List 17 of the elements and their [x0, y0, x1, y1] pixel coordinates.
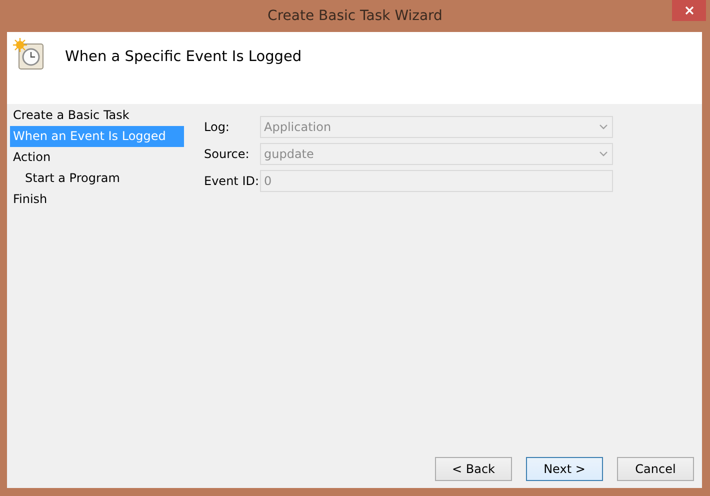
- wizard-step[interactable]: Action: [10, 147, 184, 168]
- field-label: Event ID:: [204, 173, 260, 190]
- window-title: Create Basic Task Wizard: [268, 6, 442, 26]
- wizard-button[interactable]: Next >: [526, 457, 603, 481]
- chevron-down-icon: [599, 151, 608, 157]
- field-label: Log:: [204, 119, 230, 136]
- wizard-button[interactable]: < Back: [435, 457, 512, 481]
- clock-icon: [13, 38, 45, 70]
- close-button[interactable]: [672, 0, 706, 21]
- wizard-step[interactable]: Finish: [10, 189, 184, 210]
- field-label: Source:: [204, 146, 250, 163]
- wizard-button[interactable]: Cancel: [617, 457, 694, 481]
- close-icon: [684, 6, 694, 15]
- chevron-down-icon: [599, 124, 608, 130]
- wizard-step[interactable]: Create a Basic Task: [10, 105, 184, 126]
- page-heading: When a Specific Event Is Logged: [65, 48, 302, 67]
- wizard-step[interactable]: Start a Program: [10, 168, 184, 189]
